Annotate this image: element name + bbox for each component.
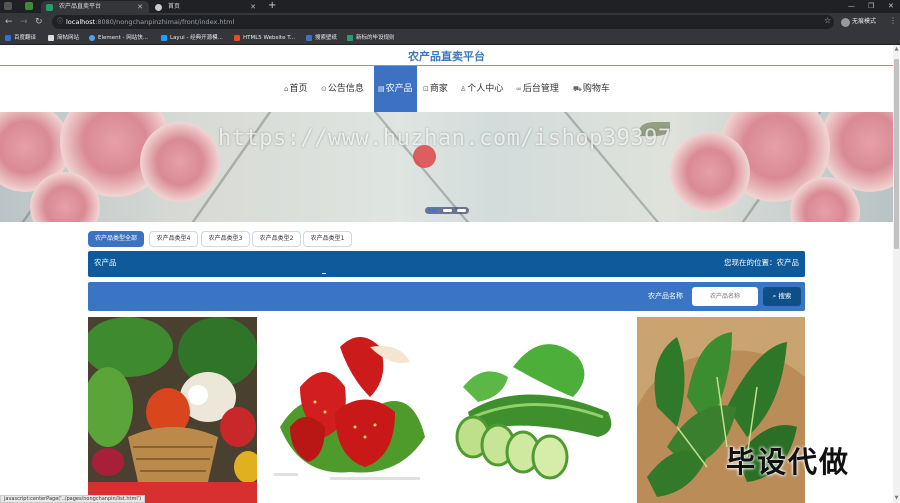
browser-tab-strip: 农产品直卖平台 ✕ 首页 ✕ + — ❐ ✕ — [0, 0, 900, 13]
product-card[interactable] — [88, 317, 257, 503]
vue-favicon-icon — [46, 4, 53, 11]
bookmark-item[interactable]: 简帖网站 — [48, 31, 79, 45]
carousel-dot[interactable] — [443, 209, 452, 212]
nav-admin[interactable]: ∞后台管理 — [516, 66, 559, 112]
site-info-icon[interactable]: ⓘ — [57, 15, 63, 29]
tab-title: 农产品直卖平台 — [59, 3, 102, 10]
forward-icon[interactable]: → — [20, 16, 28, 28]
nav-shops[interactable]: ⊡商家 — [423, 66, 448, 112]
nav-products[interactable]: ▤农产品 — [374, 66, 417, 112]
incognito-icon — [841, 18, 850, 27]
click-indicator — [413, 145, 436, 168]
banner-carousel[interactable]: https://www.huzhan.com/ishop39397 — [0, 112, 893, 222]
overlay-watermark: 毕设代做 — [726, 445, 851, 479]
url-host: localhost — [66, 18, 96, 26]
close-icon[interactable]: ✕ — [250, 1, 256, 13]
main-nav: ⌂首页 ⊙公告信息 ▤农产品 ⊡商家 ♙个人中心 ∞后台管理 ⛟购物车 — [0, 66, 893, 112]
url-input[interactable]: ⓘ localhost:8080/nongchanpinzhimai/front… — [52, 15, 834, 29]
category-1[interactable]: 农产品类型1 — [303, 231, 352, 247]
bookmark-star-icon[interactable]: ☆ — [824, 16, 831, 25]
window-close-icon[interactable]: ✕ — [888, 0, 894, 12]
bookmark-icon — [347, 35, 353, 41]
rose-decoration — [140, 122, 220, 202]
bookmark-item[interactable]: Layui - 经典开源模... — [161, 31, 223, 45]
bookmark-item[interactable]: 新标的毕设规则 — [347, 31, 395, 45]
back-icon[interactable]: ← — [5, 16, 13, 28]
nav-home[interactable]: ⌂首页 — [284, 66, 307, 112]
link-icon: ∞ — [516, 85, 522, 93]
product-card[interactable] — [453, 317, 622, 503]
bookmarks-bar: 百度翻译 简帖网站 Element - 网站快... Layui - 经典开源模… — [0, 31, 900, 45]
category-all[interactable]: 农产品类型全部 — [88, 231, 144, 247]
close-icon[interactable]: ✕ — [137, 1, 143, 13]
menu-icon[interactable]: ⋮ — [889, 16, 897, 25]
page-content: 农产品直卖平台 ⌂首页 ⊙公告信息 ▤农产品 ⊡商家 ♙个人中心 ∞后台管理 ⛟… — [0, 45, 900, 503]
scroll-up-icon[interactable]: ▲ — [893, 46, 900, 52]
product-card[interactable] — [270, 317, 439, 503]
incognito-label: 无痕模式 — [852, 18, 877, 25]
scroll-down-icon[interactable]: ▼ — [893, 495, 900, 501]
notice-icon: ⊙ — [321, 85, 327, 93]
globe-icon — [155, 4, 162, 11]
bookmark-item[interactable]: 百度翻译 — [5, 31, 36, 45]
search-input[interactable] — [692, 287, 758, 306]
carousel-dot[interactable] — [428, 209, 437, 212]
cucumber-image — [453, 317, 622, 503]
cart-icon: ⛟ — [573, 85, 582, 93]
vegetable-basket-image — [88, 317, 257, 503]
bookmark-icon — [234, 35, 240, 41]
rose-decoration — [670, 132, 750, 212]
tab-title: 首页 — [168, 3, 181, 10]
section-underline — [322, 273, 326, 274]
category-3[interactable]: 农产品类型3 — [201, 231, 250, 247]
bookmark-icon — [89, 35, 95, 41]
bookmark-item[interactable]: HTML5 Website T... — [234, 31, 295, 45]
shop-icon: ⊡ — [423, 85, 429, 93]
scrollbar-thumb[interactable] — [894, 59, 899, 249]
bookmark-icon — [306, 35, 312, 41]
breadcrumb: 您现在的位置：农产品 — [724, 258, 799, 267]
search-label: 农产品名称 — [648, 292, 683, 300]
carousel-dot[interactable] — [457, 209, 466, 212]
bookmark-icon — [48, 35, 54, 41]
new-tab-icon[interactable]: + — [268, 0, 276, 12]
tab-search-icon[interactable] — [4, 2, 12, 10]
address-bar-row: ← → ↻ ⓘ localhost:8080/nongchanpinzhimai… — [0, 13, 900, 31]
pinned-tab-icon[interactable] — [25, 2, 33, 10]
nav-notices[interactable]: ⊙公告信息 — [321, 66, 364, 112]
reload-icon[interactable]: ↻ — [35, 16, 43, 28]
location-bar: 农产品 您现在的位置：农产品 — [88, 251, 805, 277]
bookmark-icon — [161, 35, 167, 41]
url-path: :8080/nongchanpinzhimai/front/index.html — [95, 18, 235, 26]
search-bar: 农产品名称 ⌕ 搜索 — [88, 282, 805, 311]
nav-cart[interactable]: ⛟购物车 — [573, 66, 610, 112]
carousel-indicators — [425, 207, 469, 214]
product-icon: ▤ — [378, 85, 385, 93]
incognito-indicator[interactable]: 无痕模式 — [841, 16, 876, 28]
banner-watermark: https://www.huzhan.com/ishop39397 — [218, 126, 672, 151]
section-title: 农产品 — [94, 258, 117, 267]
page-scrollbar[interactable]: ▲ ▼ — [893, 45, 900, 503]
product-grid — [88, 317, 805, 503]
bookmark-item[interactable]: 搜索壁纸 — [306, 31, 337, 45]
nav-profile[interactable]: ♙个人中心 — [460, 66, 503, 112]
minimize-icon[interactable]: — — [848, 0, 855, 12]
bookmark-icon — [5, 35, 11, 41]
strawberry-image — [270, 317, 439, 503]
browser-tab-active[interactable]: 农产品直卖平台 ✕ — [41, 1, 149, 13]
category-4[interactable]: 农产品类型4 — [149, 231, 198, 247]
home-icon: ⌂ — [284, 85, 289, 93]
browser-tab[interactable]: 首页 ✕ — [150, 1, 262, 13]
category-2[interactable]: 农产品类型2 — [252, 231, 301, 247]
restore-icon[interactable]: ❐ — [868, 0, 874, 12]
user-icon: ♙ — [460, 85, 467, 93]
bookmark-item[interactable]: Element - 网站快... — [89, 31, 148, 45]
search-button[interactable]: ⌕ 搜索 — [763, 287, 801, 306]
status-url: javascript:centerPage('../pages/nongchan… — [0, 495, 146, 503]
site-title: 农产品直卖平台 — [408, 50, 485, 63]
